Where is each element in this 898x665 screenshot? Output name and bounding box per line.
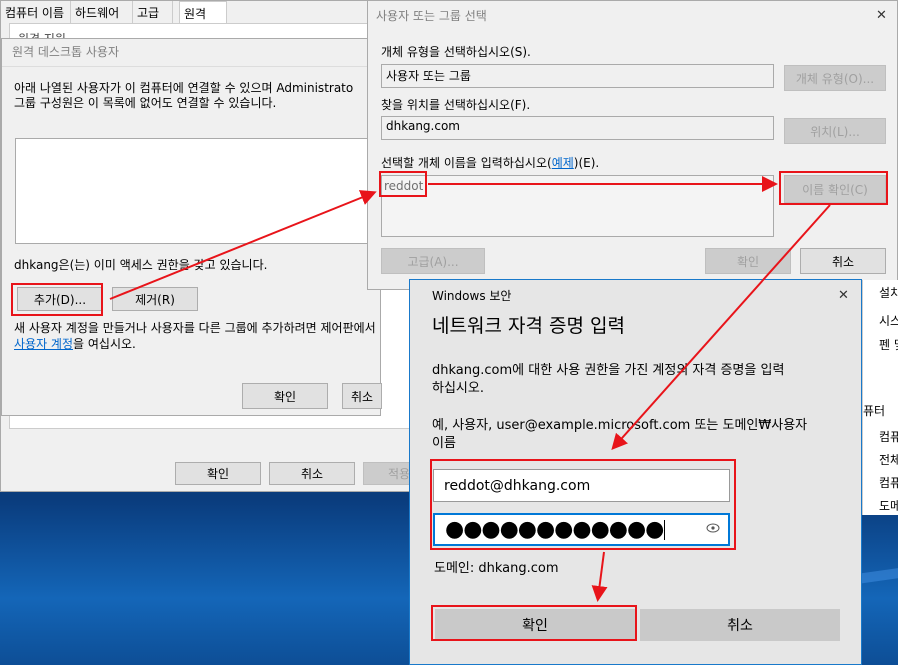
arrow-check-to-credentials bbox=[611, 204, 831, 450]
annotation-arrows bbox=[109, 176, 831, 602]
arrow-add-to-name bbox=[109, 190, 377, 300]
arrow-credentials-to-ok bbox=[591, 551, 608, 602]
